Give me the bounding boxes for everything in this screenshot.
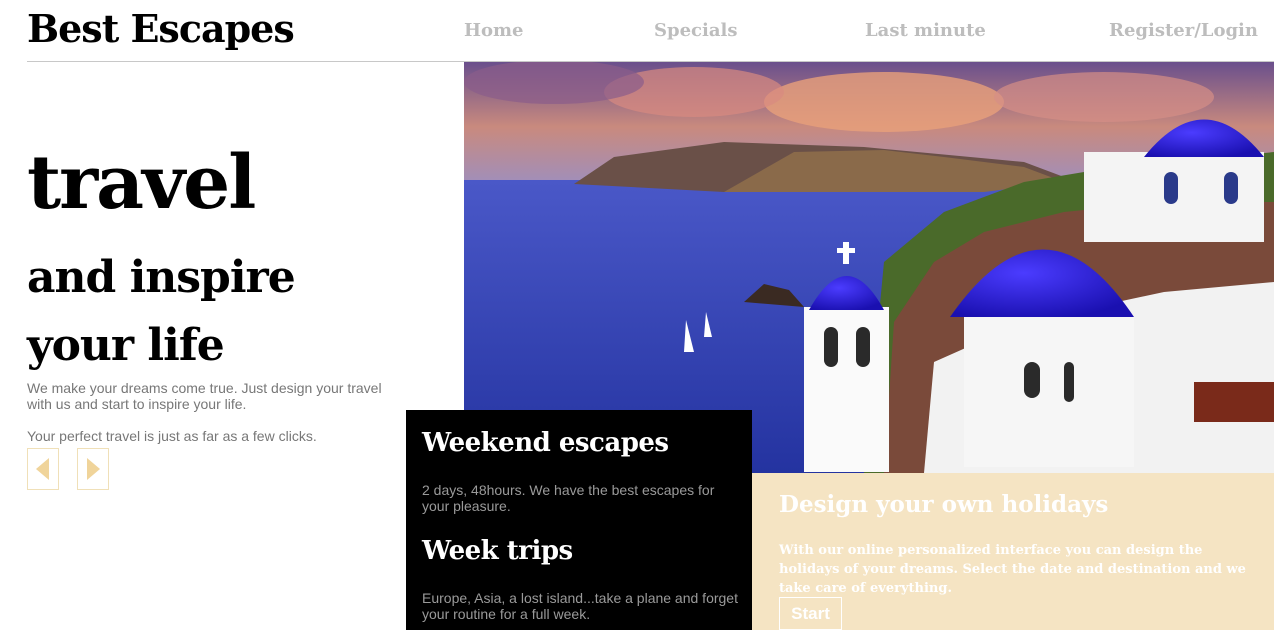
weekend-escapes-title[interactable]: Weekend escapes <box>422 428 669 458</box>
prev-slide-button[interactable] <box>27 448 59 490</box>
brand-logo[interactable]: Best Escapes <box>27 6 295 51</box>
nav-register-login-link[interactable]: Register/Login <box>1109 20 1258 41</box>
week-trips-text: Europe, Asia, a lost island...take a pla… <box>422 590 738 622</box>
hero-headline-inspire: and inspire <box>27 252 296 303</box>
hero-lead-text-2: Your perfect travel is just as far as a … <box>27 428 317 444</box>
site-header: Best Escapes Home Specials Last minute R… <box>27 0 1274 62</box>
features-panel: Weekend escapes 2 days, 48hours. We have… <box>406 410 752 630</box>
nav-last-minute-link[interactable]: Last minute <box>865 20 986 41</box>
hero-headline-life: your life <box>27 320 225 371</box>
hero-headline-travel: travel <box>27 140 256 226</box>
design-holidays-panel: Design your own holidays With our online… <box>752 473 1274 630</box>
design-holidays-title: Design your own holidays <box>779 491 1109 518</box>
hero-lead-text: We make your dreams come true. Just desi… <box>27 380 382 412</box>
design-holidays-text: With our online personalized interface y… <box>779 543 1246 596</box>
nav-specials-link[interactable]: Specials <box>654 20 737 41</box>
week-trips-title[interactable]: Week trips <box>422 536 573 566</box>
next-slide-button[interactable] <box>77 448 109 490</box>
chevron-left-icon <box>36 458 49 480</box>
start-button[interactable]: Start <box>779 597 842 630</box>
nav-home-link[interactable]: Home <box>464 20 524 41</box>
weekend-escapes-text: 2 days, 48hours. We have the best escape… <box>422 482 715 514</box>
chevron-right-icon <box>87 458 100 480</box>
